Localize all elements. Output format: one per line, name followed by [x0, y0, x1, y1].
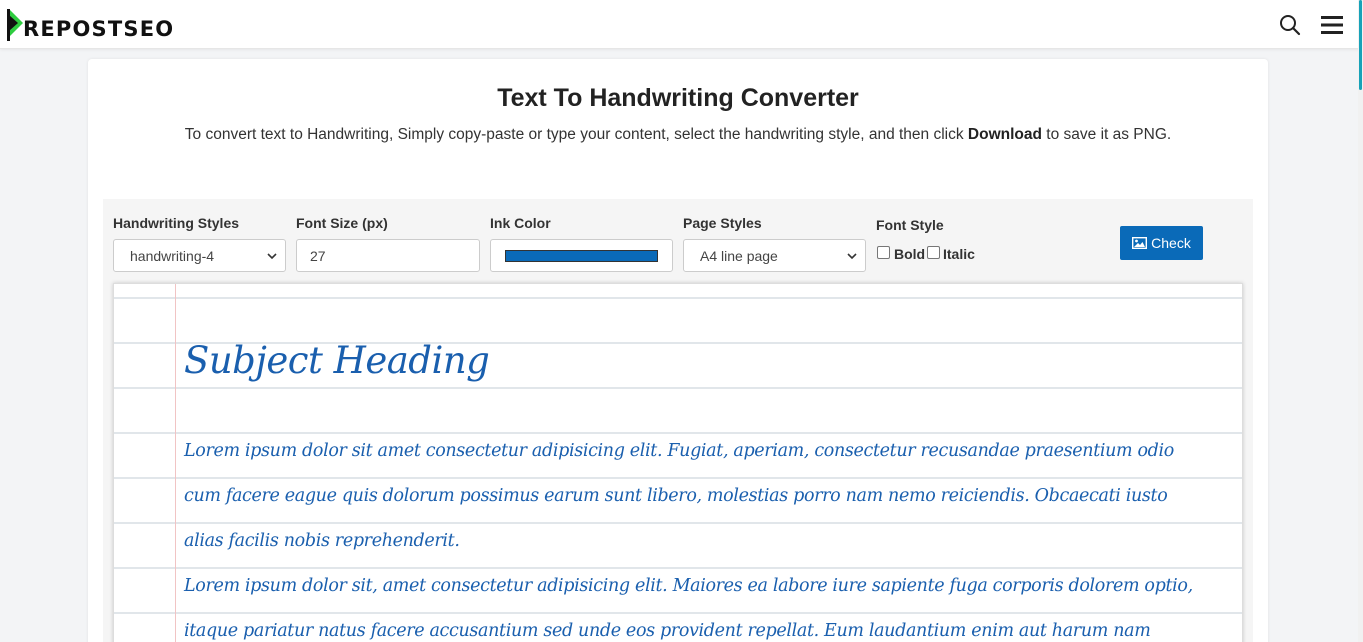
ink-color-picker[interactable]	[490, 239, 673, 272]
italic-checkbox[interactable]	[927, 246, 940, 259]
page-subtitle: To convert text to Handwriting, Simply c…	[88, 126, 1268, 144]
margin-line	[175, 284, 176, 642]
chevron-down-icon	[847, 253, 857, 260]
ruled-line	[114, 297, 1242, 299]
ruled-line	[114, 612, 1242, 614]
ink-color-swatch	[505, 249, 658, 262]
ruled-line	[114, 387, 1242, 389]
handwriting-heading: Subject Heading	[184, 339, 490, 382]
italic-checkbox-label[interactable]: Italic	[943, 246, 975, 262]
check-button[interactable]: Check	[1120, 226, 1203, 260]
page-title: Text To Handwriting Converter	[497, 84, 859, 112]
page-styles-value: A4 line page	[700, 247, 778, 264]
subtitle-text-end: to save it as PNG.	[1041, 126, 1172, 143]
font-size-value: 27	[310, 247, 326, 264]
logo-mark-icon	[7, 9, 23, 41]
logo[interactable]: REPOSTSEO	[7, 9, 174, 41]
ruled-line	[114, 477, 1242, 479]
handwriting-line: Lorem ipsum dolor sit, amet consectetur …	[184, 576, 1193, 596]
image-icon	[1132, 237, 1148, 249]
logo-text: REPOSTSEO	[23, 17, 175, 41]
handwriting-line: itaque pariatur natus facere accusantium…	[184, 621, 1151, 641]
handwriting-styles-value: handwriting-4	[130, 247, 215, 264]
handwriting-preview-page: Subject Heading Lorem ipsum dolor sit am…	[113, 283, 1243, 642]
page-styles-label: Page Styles	[683, 215, 762, 231]
ruled-line	[114, 432, 1242, 434]
bold-checkbox[interactable]	[877, 246, 890, 259]
page-scrollbar[interactable]	[1358, 0, 1363, 642]
handwriting-line: cum facere eague quis dolorum possimus e…	[184, 486, 1168, 506]
handwriting-line: alias facilis nobis reprehenderit.	[184, 531, 460, 551]
top-navbar: REPOSTSEO	[0, 0, 1363, 49]
handwriting-styles-select[interactable]: handwriting-4	[113, 239, 286, 272]
handwriting-line: Lorem ipsum dolor sit amet consectetur a…	[184, 441, 1174, 461]
handwriting-styles-label: Handwriting Styles	[113, 215, 240, 231]
ruled-line	[114, 522, 1242, 524]
subtitle-text-start: To convert text to Handwriting, Simply c…	[184, 126, 968, 143]
page-scrollbar-thumb[interactable]	[1359, 0, 1362, 90]
ruled-line	[114, 567, 1242, 569]
font-size-input[interactable]: 27	[296, 239, 480, 272]
check-button-label: Check	[1151, 235, 1191, 251]
hamburger-menu-icon[interactable]	[1321, 16, 1343, 34]
chevron-down-icon	[267, 253, 277, 260]
bold-checkbox-label[interactable]: Bold	[894, 246, 925, 262]
ink-color-label: Ink Color	[490, 215, 551, 231]
font-size-label: Font Size (px)	[296, 215, 388, 231]
page-styles-select[interactable]: A4 line page	[683, 239, 866, 272]
font-style-label: Font Style	[876, 217, 944, 233]
subtitle-download-word: Download	[967, 126, 1042, 143]
search-icon[interactable]	[1279, 14, 1301, 36]
